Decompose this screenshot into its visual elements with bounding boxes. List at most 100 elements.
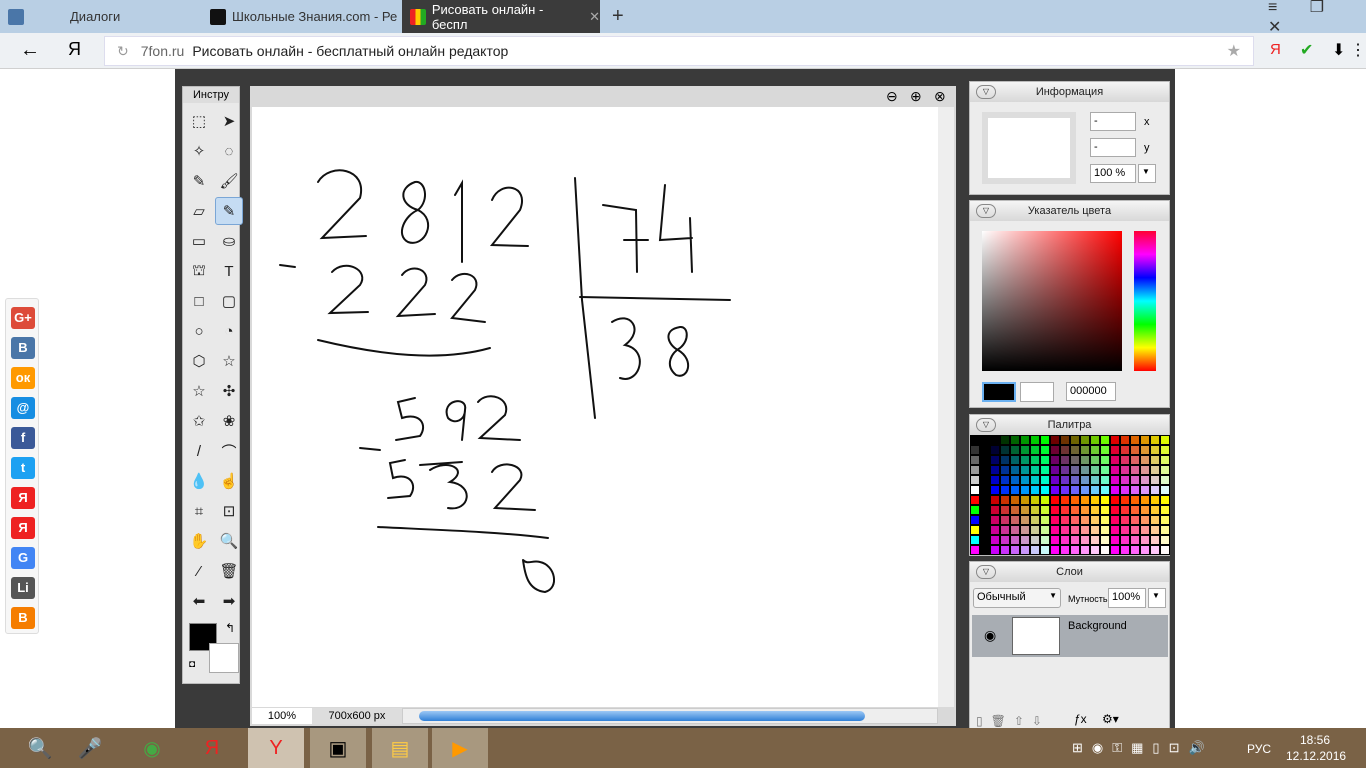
palette-swatch[interactable] (970, 455, 980, 465)
palette-swatch[interactable] (1080, 475, 1090, 485)
palette-swatch[interactable] (970, 545, 980, 555)
palette-swatch[interactable] (1040, 465, 1050, 475)
palette-swatch[interactable] (1070, 445, 1080, 455)
layer-row[interactable]: ◉ Background (972, 615, 1168, 657)
palette-swatch[interactable] (1040, 495, 1050, 505)
palette-swatch[interactable] (1160, 485, 1170, 495)
search-icon[interactable]: 🔍 (12, 728, 68, 768)
palette-swatch[interactable] (1060, 495, 1070, 505)
eye-icon[interactable]: ◉ (984, 627, 996, 644)
palette-swatch[interactable] (980, 505, 990, 515)
palette-swatch[interactable] (1020, 515, 1030, 525)
palette-swatch[interactable] (1140, 455, 1150, 465)
palette-swatch[interactable] (1020, 455, 1030, 465)
palette-swatch[interactable] (980, 445, 990, 455)
default-colors-icon[interactable]: ◘ (189, 659, 195, 670)
palette-swatch[interactable] (970, 435, 980, 445)
language-indicator[interactable]: РУС (1247, 742, 1271, 756)
palette-swatch[interactable] (1060, 505, 1070, 515)
palette-swatch[interactable] (1030, 455, 1040, 465)
palette-swatch[interactable] (990, 435, 1000, 445)
palette-swatch[interactable] (1120, 505, 1130, 515)
url-field[interactable]: ↻ 7fon.ru Рисовать онлайн - бесплатный о… (104, 36, 1254, 66)
social-share-button[interactable]: G+ (11, 307, 35, 329)
file-explorer-icon[interactable]: ▤ (372, 728, 428, 768)
palette-swatch[interactable] (1140, 545, 1150, 555)
palette-swatch[interactable] (1090, 445, 1100, 455)
palette-swatch[interactable] (1030, 505, 1040, 515)
palette-swatch[interactable] (1050, 545, 1060, 555)
palette-swatch[interactable] (1020, 435, 1030, 445)
palette-swatch[interactable] (1030, 545, 1040, 555)
palette-swatch[interactable] (1150, 445, 1160, 455)
palette-swatch[interactable] (970, 485, 980, 495)
tray-icons[interactable]: ⊞◉⚿▦▯⊡🔊 (1072, 740, 1214, 756)
text-tool-icon[interactable]: T (215, 257, 243, 285)
palette-swatch[interactable] (1140, 505, 1150, 515)
close-tab-icon[interactable]: ✕ (589, 9, 600, 25)
palette-swatch[interactable] (1050, 525, 1060, 535)
palette-swatch[interactable] (970, 535, 980, 545)
star5-tool-icon[interactable]: ☆ (185, 377, 213, 405)
drawing-canvas[interactable] (252, 107, 938, 707)
collapse-icon[interactable]: ▽ (976, 204, 996, 218)
zoom-field[interactable]: 100 % (1090, 164, 1136, 183)
palette-swatch[interactable] (1130, 515, 1140, 525)
social-share-button[interactable]: Li (11, 577, 35, 599)
trash-tool-icon[interactable]: 🗑 (215, 557, 243, 585)
palette-swatch[interactable] (1090, 545, 1100, 555)
palette-swatch[interactable] (980, 455, 990, 465)
palette-swatch[interactable] (980, 435, 990, 445)
palette-swatch[interactable] (1080, 465, 1090, 475)
palette-swatch[interactable] (1050, 465, 1060, 475)
scrollbar-thumb[interactable] (419, 711, 865, 721)
palette-swatch[interactable] (1010, 445, 1020, 455)
menu-icon[interactable]: ⋮ (1350, 40, 1366, 60)
saturation-field[interactable] (982, 231, 1122, 371)
palette-swatch[interactable] (1060, 535, 1070, 545)
palette-swatch[interactable] (1140, 535, 1150, 545)
back-button[interactable]: ← (20, 39, 40, 62)
move-tool-icon[interactable]: ➤ (215, 107, 243, 135)
palette-swatch[interactable] (990, 475, 1000, 485)
palette-swatch[interactable] (1010, 485, 1020, 495)
layer-actions[interactable]: ▯🗑⇧⇩ (976, 714, 1050, 728)
palette-swatch[interactable] (990, 445, 1000, 455)
palette-swatch[interactable] (1110, 535, 1120, 545)
social-share-button[interactable]: B (11, 607, 35, 629)
palette-swatch[interactable] (1090, 505, 1100, 515)
palette-swatch[interactable] (1070, 525, 1080, 535)
palette-swatch[interactable] (1160, 435, 1170, 445)
palette-swatch[interactable] (1050, 435, 1060, 445)
palette-swatch[interactable] (1160, 515, 1170, 525)
palette-swatch[interactable] (1030, 465, 1040, 475)
palette-swatch[interactable] (970, 445, 980, 455)
palette-swatch[interactable] (1100, 485, 1110, 495)
palette-swatch[interactable] (1090, 535, 1100, 545)
pencil-tool-icon[interactable]: ✎ (185, 167, 213, 195)
app-icon[interactable]: ▣ (310, 728, 366, 768)
palette-swatch[interactable] (1160, 525, 1170, 535)
palette-swatch[interactable] (1010, 515, 1020, 525)
palette-swatch[interactable] (1010, 545, 1020, 555)
palette-swatch[interactable] (980, 475, 990, 485)
palette-swatch[interactable] (1120, 525, 1130, 535)
palette-swatch[interactable] (980, 465, 990, 475)
palette-swatch[interactable] (990, 545, 1000, 555)
palette-swatch[interactable] (1100, 535, 1110, 545)
palette-swatch[interactable] (1000, 535, 1010, 545)
palette-swatch[interactable] (1070, 475, 1080, 485)
palette-swatch[interactable] (1010, 525, 1020, 535)
palette-swatch[interactable] (1070, 535, 1080, 545)
palette-swatch[interactable] (1140, 515, 1150, 525)
palette-swatch[interactable] (1070, 435, 1080, 445)
palette-swatch[interactable] (1100, 445, 1110, 455)
palette-swatch[interactable] (1060, 545, 1070, 555)
palette-swatch[interactable] (1040, 445, 1050, 455)
palette-swatch[interactable] (1080, 435, 1090, 445)
palette-swatch[interactable] (1030, 475, 1040, 485)
magic-wand-tool-icon[interactable]: ✧ (185, 137, 213, 165)
close-document-icon[interactable]: ⊗ (934, 88, 946, 105)
protect-icon[interactable]: ✔ (1300, 40, 1313, 60)
palette-swatch[interactable] (1070, 485, 1080, 495)
